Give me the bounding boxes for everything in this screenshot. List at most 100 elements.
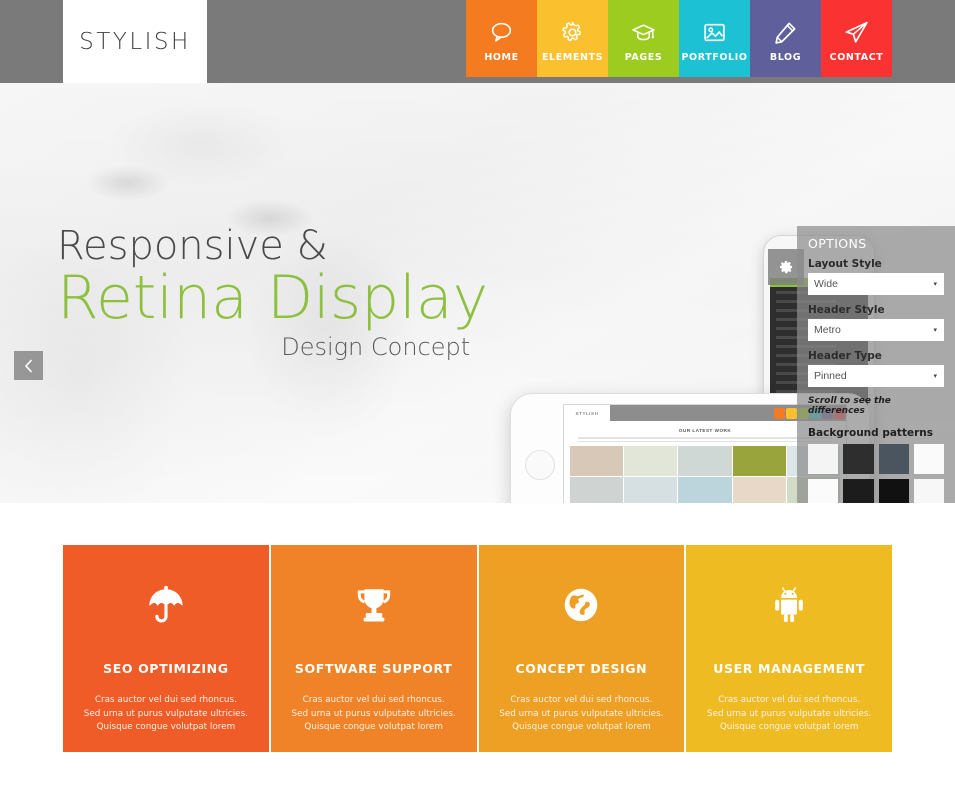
layout-style-select[interactable]: Wide ▾ — [808, 273, 944, 295]
feature-title: SOFTWARE SUPPORT — [294, 661, 453, 676]
mini-portfolio-cell — [624, 477, 678, 503]
background-pattern-swatch[interactable] — [843, 479, 874, 503]
hero-headline-group: Responsive & Retina Display Design Conce… — [57, 223, 488, 361]
feature-title: SEO OPTIMIZING — [103, 661, 229, 676]
chevron-left-icon — [24, 358, 33, 373]
nav-item-label: PAGES — [624, 51, 663, 63]
options-panel: OPTIONS Layout Style Wide ▾ Header Style… — [797, 226, 955, 503]
nav-item-label: HOME — [484, 51, 519, 63]
mini-nav-item — [774, 407, 785, 419]
android-icon — [775, 587, 803, 623]
hero-slider: Responsive & Retina Display Design Conce… — [0, 83, 955, 503]
mini-portfolio-cell — [678, 477, 732, 503]
feature-desc-line: Quisque congue volutpat lorem — [719, 722, 859, 733]
feature-desc-line: Sed urna ut purus vulputate ultricies. — [291, 708, 456, 719]
nav-item-home[interactable]: HOME — [466, 0, 537, 77]
feature-description: Cras auctor vel dui sed rhoncus. Sed urna… — [499, 694, 663, 735]
mini-portfolio-cell — [678, 446, 732, 477]
feature-box-concept-design[interactable]: CONCEPT DESIGN Cras auctor vel dui sed rh… — [476, 545, 685, 752]
mini-portfolio-cell — [624, 446, 678, 477]
nav-item-label: CONTACT — [829, 51, 884, 63]
background-pattern-swatch[interactable] — [808, 444, 839, 474]
nav-item-pages[interactable]: PAGES — [608, 0, 679, 77]
background-pattern-swatch[interactable] — [808, 479, 839, 503]
speech-bubble-icon-wrap — [489, 15, 514, 45]
mini-portfolio-cell — [570, 446, 624, 477]
nav-item-elements[interactable]: ELEMENTS — [537, 0, 608, 77]
mini-portfolio-cell — [732, 477, 786, 503]
feature-description: Cras auctor vel dui sed rhoncus. Sed urna… — [84, 694, 248, 735]
header-type-value: Pinned — [814, 370, 847, 382]
hero-line-3: Design Concept — [281, 333, 471, 361]
chevron-down-icon: ▾ — [933, 327, 937, 334]
feature-description: Cras auctor vel dui sed rhoncus. Sed urna… — [707, 694, 871, 735]
feature-boxes: SEO OPTIMIZING Cras auctor vel dui sed rh… — [63, 545, 892, 752]
globe-icon-wrap — [560, 579, 602, 631]
pencil-icon-wrap — [773, 15, 798, 45]
feature-desc-line: Sed urna ut purus vulputate ultricies. — [707, 708, 872, 719]
site-logo[interactable]: STYLISH — [63, 0, 207, 83]
feature-box-seo-optimizing[interactable]: SEO OPTIMIZING Cras auctor vel dui sed rh… — [63, 545, 269, 752]
options-title: OPTIONS — [808, 236, 867, 251]
feature-desc-line: Quisque congue volutpat lorem — [304, 722, 443, 733]
feature-title: CONCEPT DESIGN — [515, 661, 648, 676]
option-label-header-style: Header Style — [808, 304, 885, 316]
logo-text: STYLISH — [79, 28, 191, 55]
feature-desc-line: Cras auctor vel dui sed rhoncus. — [510, 695, 653, 705]
graduation-cap-icon — [632, 23, 655, 40]
mini-site-logo: STYLISH — [564, 405, 610, 421]
nav-item-label: BLOG — [769, 51, 802, 63]
umbrella-icon-wrap — [145, 579, 187, 631]
feature-desc-line: Cras auctor vel dui sed rhoncus. — [718, 695, 861, 705]
options-note: Scroll to see the differences — [808, 396, 891, 416]
slider-prev-button[interactable] — [14, 351, 43, 380]
nav-item-blog[interactable]: BLOG — [750, 0, 821, 77]
nav-item-label: ELEMENTS — [541, 51, 604, 63]
mini-nav-item — [786, 407, 797, 419]
phone-home-button — [525, 450, 555, 480]
hero-line-2: Retina Display — [57, 263, 489, 333]
background-patterns-label: Background patterns — [808, 427, 933, 439]
gear-icon — [562, 21, 581, 41]
feature-desc-line: Sed urna ut purus vulputate ultricies. — [499, 708, 664, 719]
option-label-header-type: Header Type — [808, 350, 882, 362]
header-style-value: Metro — [814, 324, 841, 336]
option-field-header-type: Header Type Pinned ▾ — [808, 350, 944, 387]
graduation-cap-icon-wrap — [631, 15, 656, 45]
background-pattern-swatch[interactable] — [913, 479, 944, 503]
nav-item-label: PORTFOLIO — [681, 51, 748, 63]
globe-icon — [565, 588, 598, 622]
header-type-select[interactable]: Pinned ▾ — [808, 365, 944, 387]
layout-style-value: Wide — [814, 278, 838, 290]
background-pattern-swatch[interactable] — [913, 444, 944, 474]
feature-box-software-support[interactable]: SOFTWARE SUPPORT Cras auctor vel dui sed … — [268, 545, 477, 752]
background-pattern-swatch[interactable] — [878, 479, 909, 503]
feature-box-user-management[interactable]: USER MANAGEMENT Cras auctor vel dui sed r… — [684, 545, 892, 752]
header-style-select[interactable]: Metro ▾ — [808, 319, 944, 341]
feature-desc-line: Sed urna ut purus vulputate ultricies. — [83, 708, 248, 719]
background-pattern-swatch[interactable] — [878, 444, 909, 474]
image-icon-wrap — [702, 15, 727, 45]
background-pattern-swatch[interactable] — [843, 444, 874, 474]
pencil-icon — [775, 22, 796, 44]
chevron-down-icon: ▾ — [933, 373, 937, 380]
trophy-icon-wrap — [353, 579, 395, 631]
android-icon-wrap — [768, 579, 810, 631]
nav-item-portfolio[interactable]: PORTFOLIO — [679, 0, 750, 77]
trophy-icon — [357, 589, 390, 622]
feature-desc-line: Cras auctor vel dui sed rhoncus. — [302, 695, 445, 705]
main-navigation: HOME ELEMENTS PAGES PORTFOLIO BLOG CONTACT — [466, 0, 892, 77]
paper-plane-icon — [845, 21, 868, 43]
feature-desc-line: Quisque congue volutpat lorem — [96, 722, 236, 733]
mini-portfolio-cell — [570, 477, 624, 503]
feature-title: USER MANAGEMENT — [713, 661, 865, 676]
site-header: STYLISH HOME ELEMENTS PAGES PORTFOLIO BLOG CO… — [0, 0, 955, 83]
nav-item-contact[interactable]: CONTACT — [821, 0, 892, 77]
gear-icon-wrap — [560, 15, 585, 45]
mini-portfolio-cell — [732, 446, 786, 477]
speech-bubble-icon — [491, 22, 512, 42]
option-label-layout-style: Layout Style — [808, 258, 882, 270]
feature-desc-line: Quisque congue volutpat lorem — [512, 722, 651, 733]
umbrella-icon — [149, 585, 183, 623]
background-patterns-grid — [808, 444, 944, 503]
